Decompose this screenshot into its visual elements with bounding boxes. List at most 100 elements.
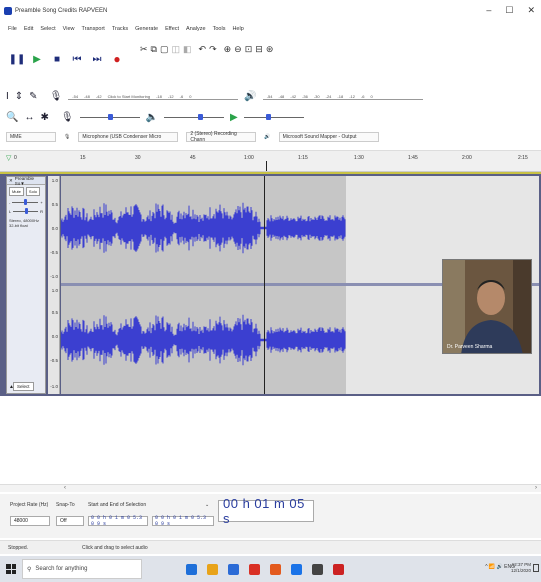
vertical-scale[interactable]: 1.0 0.5 0.0 -0.5 -1.0 1.0 0.5 0.0 -0.5 -… [48,176,60,394]
track-select-button[interactable]: Select [13,382,34,391]
play-at-speed-icon[interactable]: ▶ [230,112,238,123]
selection-start-time[interactable]: 0 0 h 0 1 m 0 5.3 0 9 s [88,515,148,527]
zoom-in-icon[interactable]: ⊕ [224,44,232,55]
menu-view[interactable]: View [63,26,75,32]
ruler-tick: 45 [190,155,196,161]
webcam-name-label: Dr. Parveen Sharma [447,344,493,350]
selection-tool-icon[interactable]: I [6,91,9,102]
audio-host-select[interactable]: MME [6,132,56,142]
silence-icon[interactable]: ◧ [183,44,192,55]
trim-icon[interactable]: ◫ [172,44,181,55]
monitoring-hint[interactable]: Click to Start Monitoring [108,94,150,99]
edit-toolbar: ✂ ⧉ ▢ ◫ ◧ ↶ ↷ ⊕ ⊖ ⊡ ⊟ ⊛ [140,44,273,55]
stop-button[interactable]: ■ [50,52,64,66]
selection-mode-select[interactable]: Start and End of Selection [88,502,146,508]
snap-to-label: Snap-To [56,502,75,508]
horizontal-scrollbar[interactable]: ‹ › [0,484,541,492]
draw-tool-icon[interactable]: ✎ [29,91,37,102]
menu-effect[interactable]: Effect [165,26,179,32]
zoom-toggle-icon[interactable]: ⊛ [266,44,274,55]
project-rate-label: Project Rate (Hz) [10,502,49,508]
track-close-button[interactable]: ✕ [9,178,13,184]
zoom-out-icon[interactable]: ⊖ [234,44,242,55]
taskbar-app-icon[interactable] [249,563,260,575]
menu-tracks[interactable]: Tracks [112,26,128,32]
fit-selection-icon[interactable]: ⊡ [245,44,253,55]
record-button[interactable]: ● [110,52,124,66]
playback-device-select[interactable]: Microsoft Sound Mapper - Output [278,132,379,142]
skip-to-start-button[interactable]: ⏮ [70,52,84,66]
selection-mode-dropdown-icon[interactable]: ⌄ [205,502,209,508]
playback-state: Stopped. [8,545,29,551]
project-rate-select[interactable]: 48000 [10,516,50,526]
pan-left-label: L [9,209,12,214]
menu-edit[interactable]: Edit [24,26,33,32]
menu-tools[interactable]: Tools [213,26,226,32]
playback-meter[interactable]: -54 -48 -42 -36 -30 -24 -18 -12 -6 0 [262,92,423,100]
taskbar-app-icon[interactable] [228,563,239,575]
device-toolbar: MME 🎙 Microphone (USB Condenser Micro 2 … [6,128,541,146]
copy-icon[interactable]: ⧉ [151,44,157,55]
selection-end-time[interactable]: 0 0 h 0 1 m 0 5.3 0 9 s [152,515,214,527]
ruler-tick: 2:15 [518,155,528,161]
taskbar-app-icon[interactable] [207,563,218,575]
undo-icon[interactable]: ↶ [199,44,207,55]
close-button[interactable]: ✕ [527,5,535,16]
taskbar-clock[interactable]: 12:37 PM 12/1/2020 [511,562,531,574]
gain-minus-label: - [9,200,11,205]
time-shift-tool-icon[interactable]: ↔ [24,112,34,123]
solo-button[interactable]: Solo [25,187,40,196]
snap-to-select[interactable]: Off [56,516,84,526]
cut-icon[interactable]: ✂ [140,44,148,55]
scroll-left-arrow-icon[interactable]: ‹ [64,485,66,491]
minimize-button[interactable]: – [486,5,491,16]
waveform-channel [61,202,346,254]
menu-analyze[interactable]: Analyze [186,26,206,32]
scroll-right-arrow-icon[interactable]: › [535,485,537,491]
menu-transport[interactable]: Transport [81,26,104,32]
gain-slider[interactable] [12,199,39,205]
playback-volume-slider[interactable] [164,113,224,120]
taskbar-search[interactable]: ⚲ Search for anything [22,559,142,579]
taskbar-app-icon[interactable] [270,563,281,575]
menu-help[interactable]: Help [232,26,243,32]
waveform-channel [61,314,346,366]
presenter-video [443,260,531,353]
taskbar-app-icon[interactable] [312,563,323,575]
ruler-tick: 0 [14,155,17,161]
pause-button[interactable]: ❚❚ [9,52,26,66]
mic-volume-icon: 🎙 [60,111,74,123]
paste-icon[interactable]: ▢ [160,44,169,55]
taskbar-app-icon[interactable] [291,563,302,575]
record-meter[interactable]: -54 -48 -42 Click to Start Monitoring -1… [68,92,239,100]
ruler-pin-icon[interactable]: ▽ [6,154,11,162]
selection-toolbar: Project Rate (Hz) Snap-To Start and End … [0,494,541,538]
timeline-ruler[interactable]: ▽ 0 15 30 45 1:00 1:15 1:30 1:45 2:00 2:… [0,150,541,172]
zoom-tool-icon[interactable]: 🔍 [6,112,18,123]
track-bitdepth-info: 32-bit float [9,223,28,228]
taskbar-app-icon[interactable] [333,563,344,575]
start-button[interactable] [0,556,22,582]
envelope-tool-icon[interactable]: ⇕ [15,91,23,102]
play-at-speed-slider[interactable] [243,113,304,120]
menu-select[interactable]: Select [40,26,55,32]
recording-channels-select[interactable]: 2 (Stereo) Recording Chann [186,131,257,143]
multi-tool-icon[interactable]: ✱ [40,112,48,123]
recording-device-select[interactable]: Microphone (USB Condenser Micro [78,132,179,142]
menu-generate[interactable]: Generate [135,26,158,32]
play-button[interactable]: ▶ [30,52,44,66]
fit-project-icon[interactable]: ⊟ [255,44,263,55]
menu-file[interactable]: File [8,26,17,32]
pan-slider[interactable] [13,208,39,214]
transport-toolbar: ❚❚ ▶ ■ ⏮ ⏭ ● [4,42,144,76]
taskbar-app-icon[interactable] [186,563,197,575]
track-name-menu[interactable]: Preamble So▼ [15,176,45,186]
mute-button[interactable]: Mute [9,187,24,196]
maximize-button[interactable]: ☐ [505,5,513,16]
speaker-icon: 🔊 [264,134,271,140]
skip-to-end-button[interactable]: ⏭ [90,52,104,66]
recording-volume-slider[interactable] [79,113,140,120]
redo-icon[interactable]: ↷ [209,44,217,55]
audio-position-display[interactable]: 00 h 01 m 05 s [218,496,314,526]
notification-icon[interactable] [533,564,539,572]
